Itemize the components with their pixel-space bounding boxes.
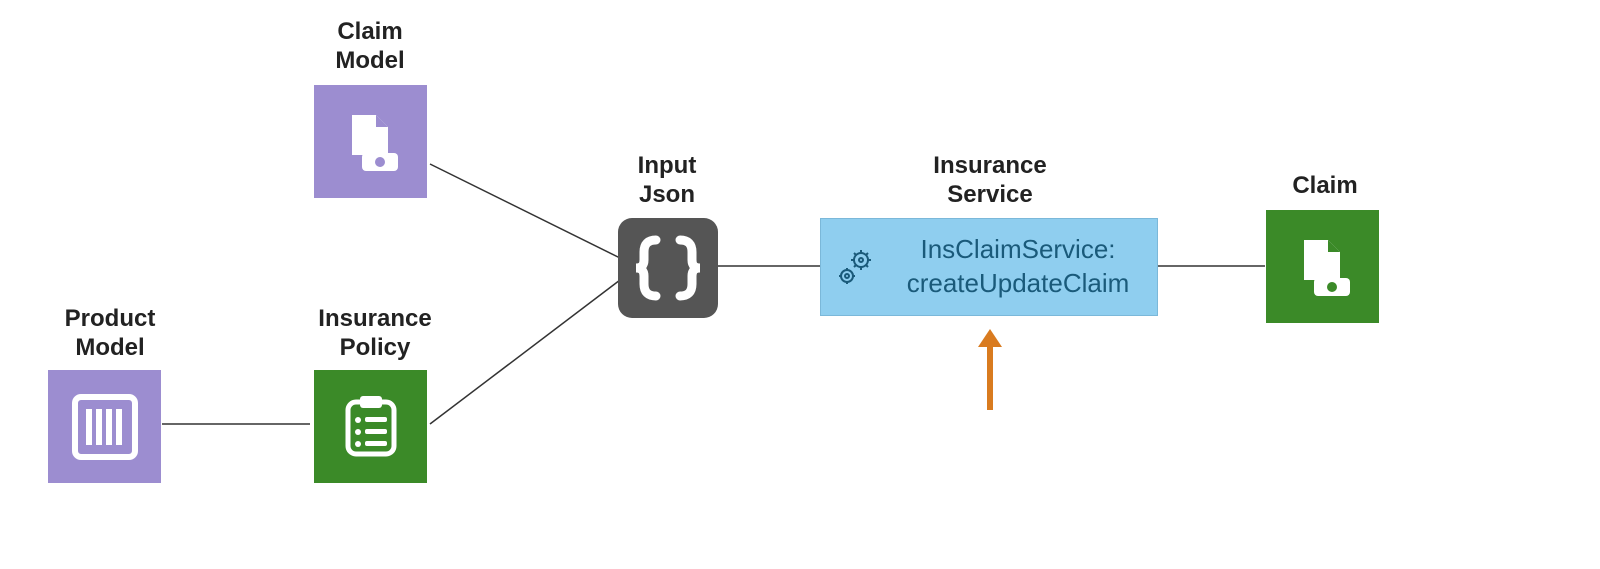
insurance-policy-box (314, 370, 427, 483)
claim-box (1266, 210, 1379, 323)
insurance-service-text: InsClaimService:createUpdateClaim (879, 233, 1157, 301)
insurance-service-box: InsClaimService:createUpdateClaim (820, 218, 1158, 316)
clipboard-list-icon (338, 394, 404, 460)
insurance-service-label: InsuranceService (870, 152, 1110, 210)
orange-arrow-icon (970, 325, 1010, 415)
braces-icon (628, 228, 708, 308)
input-json-label: InputJson (622, 152, 712, 210)
claim-model-label: ClaimModel (310, 18, 430, 76)
gears-icon (833, 244, 879, 290)
product-model-box (48, 370, 161, 483)
insurance-policy-label: InsurancePolicy (300, 305, 450, 363)
money-document-icon (1292, 236, 1354, 298)
barcode-icon (71, 393, 139, 461)
money-document-icon (340, 111, 402, 173)
claim-label: Claim (1275, 172, 1375, 201)
product-model-label: ProductModel (40, 305, 180, 363)
claim-model-box (314, 85, 427, 198)
input-json-box (618, 218, 718, 318)
